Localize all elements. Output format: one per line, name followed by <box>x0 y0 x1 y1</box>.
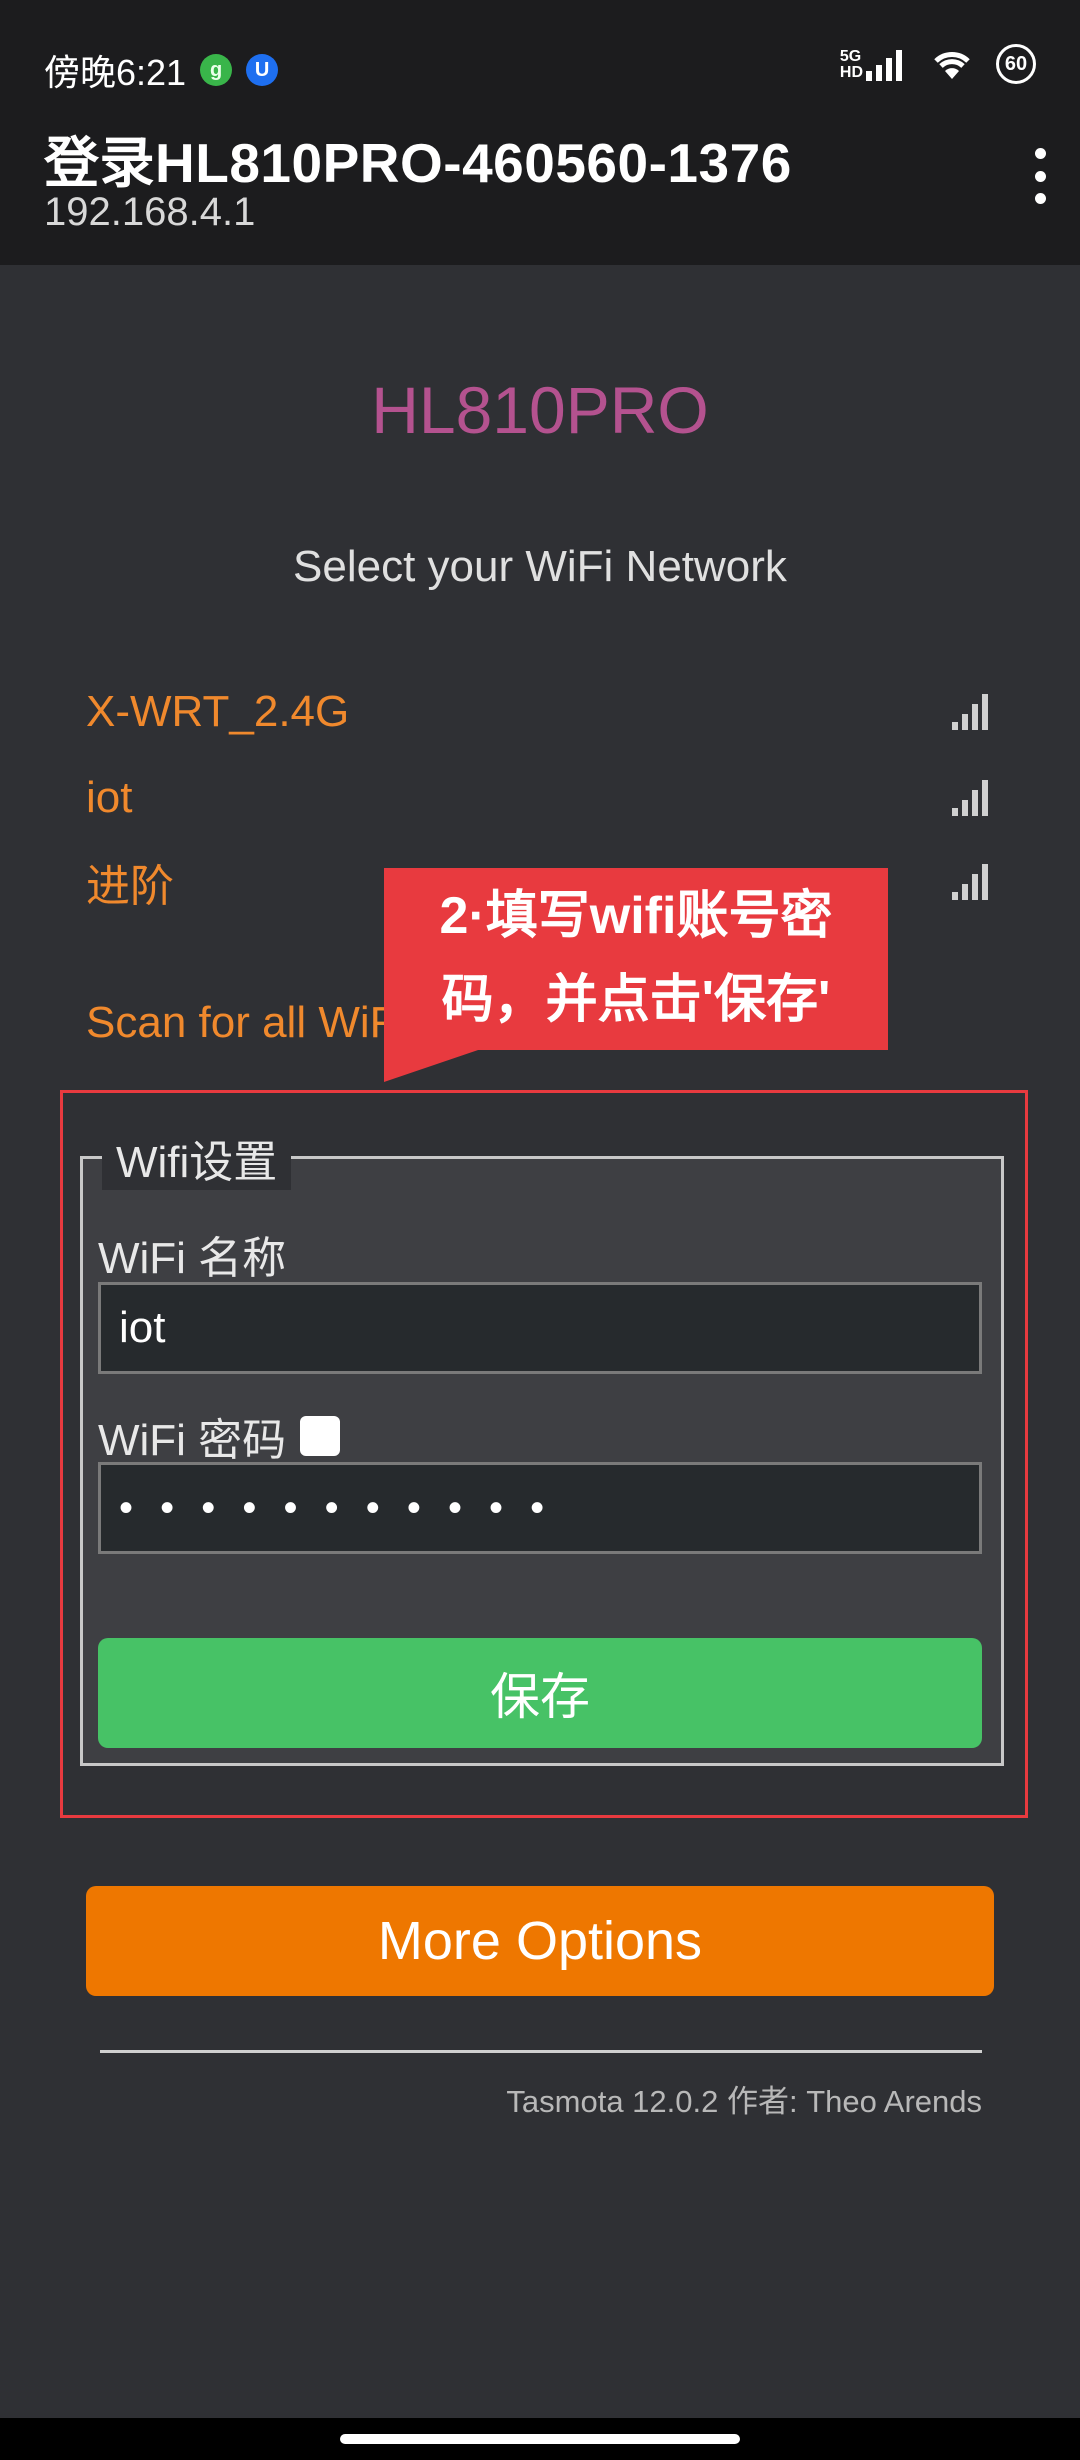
wifi-icon <box>934 52 970 79</box>
ssid-input[interactable]: iot <box>98 1282 982 1374</box>
save-button[interactable]: 保存 <box>98 1638 982 1748</box>
network-type-label: 5G <box>839 48 862 65</box>
instruction-callout: 2·填写wifi账号密 码，并点击'保存' <box>384 868 888 1050</box>
network-name[interactable]: 进阶 <box>86 850 174 914</box>
password-label: WiFi 密码 <box>98 1416 287 1465</box>
select-network-heading: Select your WiFi Network <box>293 542 787 591</box>
page-title: 登录HL810PRO-460560-1376 <box>44 132 792 194</box>
footer-divider <box>100 2050 982 2053</box>
network-name[interactable]: X-WRT_2.4G <box>86 687 349 737</box>
password-input[interactable]: • • • • • • • • • • • <box>98 1462 982 1554</box>
device-name-heading: HL810PRO <box>371 373 709 447</box>
signal-strength-icon <box>952 780 988 816</box>
cellular-signal-icon: 5G HD <box>840 47 908 81</box>
app-notification-icon: g <box>200 54 233 86</box>
hd-label: HD <box>839 64 863 81</box>
password-label-row: WiFi 密码 <box>98 1404 341 1468</box>
signal-strength-icon <box>952 864 988 900</box>
top-bar: 傍晚6:21 g U 5G HD 60 登录HL810PRO-460560-13… <box>0 0 1080 265</box>
page-url: 192.168.4.1 <box>44 190 256 234</box>
network-name[interactable]: iot <box>86 773 132 823</box>
home-indicator[interactable] <box>340 2434 740 2444</box>
callout-line-1: 2·填写wifi账号密 <box>439 887 833 945</box>
status-time: 傍晚6:21 <box>44 52 187 93</box>
status-bar-left: 傍晚6:21 g U <box>44 44 279 96</box>
signal-strength-icon <box>952 694 988 730</box>
callout-line-2: 码，并点击'保存' <box>441 971 831 1029</box>
show-password-checkbox[interactable] <box>300 1416 341 1456</box>
password-mask: • • • • • • • • • • • <box>119 1485 553 1530</box>
more-options-button[interactable]: More Options <box>86 1886 994 1996</box>
fieldset-legend: Wifi设置 <box>102 1126 292 1190</box>
shield-notification-icon: U <box>246 54 279 86</box>
ssid-label: WiFi 名称 <box>98 1234 287 1283</box>
network-item[interactable]: X-WRT_2.4G <box>86 682 996 742</box>
network-item[interactable]: iot <box>86 768 996 828</box>
footer-credit: Tasmota 12.0.2 作者: Theo Arends <box>506 2084 982 2119</box>
more-menu-icon[interactable] <box>1030 148 1050 204</box>
battery-icon: 60 <box>996 44 1036 84</box>
callout-pointer <box>384 1048 484 1082</box>
status-bar-right: 5G HD 60 <box>840 44 1036 84</box>
